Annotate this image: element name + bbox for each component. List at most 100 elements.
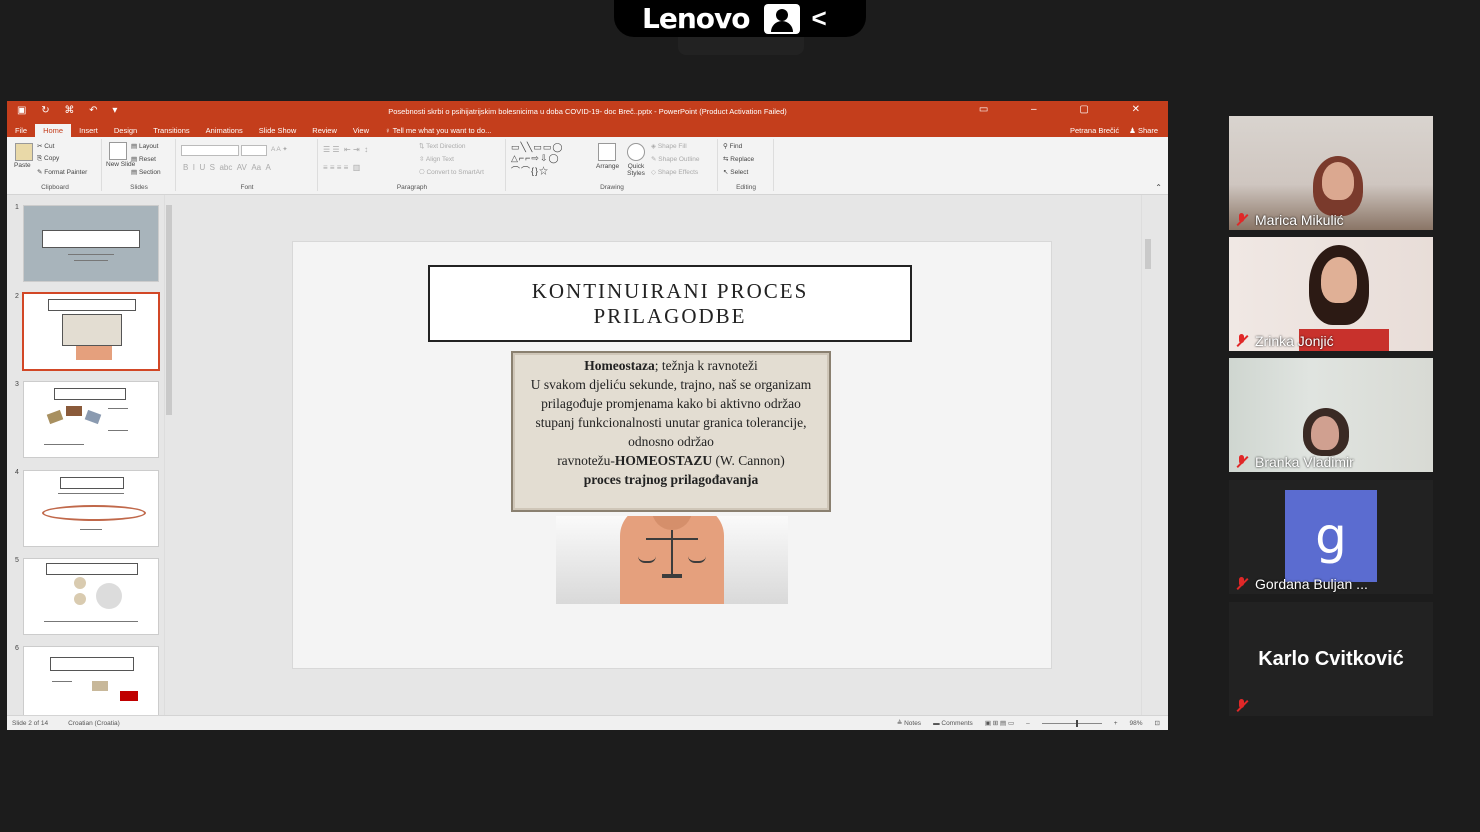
thumb-number: 2	[15, 293, 19, 300]
arrange-button[interactable]: Arrange	[596, 163, 619, 170]
mini-text-line	[44, 444, 84, 445]
scrollbar-thumb[interactable]	[1145, 239, 1151, 269]
participant-name: Marica Mikulić	[1255, 212, 1344, 228]
mini-arrow	[92, 681, 108, 691]
zoom-level[interactable]: 98%	[1130, 720, 1143, 727]
slide-title-box[interactable]: KONTINUIRANI PROCES PRILAGODBE	[428, 265, 912, 342]
paste-button[interactable]: Paste	[14, 162, 31, 169]
effects-icon: ◇	[651, 169, 658, 176]
slide-thumbnail-1[interactable]	[23, 205, 159, 282]
participant-tile[interactable]: Karlo Cvitković	[1229, 602, 1433, 716]
tab-transitions[interactable]: Transitions	[145, 126, 197, 137]
quick-styles-icon[interactable]	[627, 143, 645, 161]
list-buttons[interactable]: ☰ ☰ ⇤ ⇥ ↕	[323, 145, 368, 154]
adaptation-process: proces trajnog prilagođavanja	[583, 472, 759, 487]
new-slide-icon[interactable]	[109, 142, 127, 160]
shape-effects-button[interactable]: ◇ Shape Effects	[651, 168, 698, 176]
paste-icon[interactable]	[15, 143, 33, 161]
tab-insert[interactable]: Insert	[71, 126, 106, 137]
replace-button[interactable]: ⇆ Replace	[723, 155, 754, 163]
font-size-box[interactable]	[241, 145, 267, 156]
font-format-buttons[interactable]: B I U S abc AV Aa A	[183, 163, 271, 172]
layout-label: Layout	[138, 143, 159, 150]
share-label: Share	[1137, 126, 1158, 135]
zoom-out-icon[interactable]: –	[1026, 720, 1030, 727]
font-label: Font	[240, 184, 254, 191]
language-indicator[interactable]: Croatian (Croatia)	[68, 720, 120, 727]
mini-text-box	[62, 314, 122, 346]
align-text-button[interactable]: ⇳ Align Text	[419, 155, 454, 163]
lenovo-logo: Lenovo	[642, 2, 750, 35]
share-button[interactable]: ♟ Share	[1129, 126, 1158, 135]
tab-animations[interactable]: Animations	[198, 126, 251, 137]
slide-thumbnail-6[interactable]	[23, 646, 159, 723]
arrange-icon[interactable]	[598, 143, 616, 161]
tab-design[interactable]: Design	[106, 126, 145, 137]
slide-scrollbar[interactable]	[1141, 195, 1154, 716]
section-button[interactable]: ▤ Section	[131, 168, 161, 176]
scrollbar-thumb[interactable]	[166, 205, 172, 415]
collapse-ribbon-icon[interactable]: ⌃	[1155, 183, 1162, 192]
comments-button[interactable]: ▬ Comments	[933, 720, 973, 727]
align-buttons[interactable]: ≡ ≡ ≡ ≡ ▥	[323, 163, 360, 172]
layout-button[interactable]: ▤ Layout	[131, 142, 158, 150]
quick-styles-button[interactable]: Quick Styles	[625, 163, 647, 177]
tab-file[interactable]: File	[7, 126, 35, 137]
user-icon[interactable]	[763, 3, 800, 34]
thumbnails-scrollbar[interactable]	[164, 195, 173, 716]
notes-icon: ≜	[896, 720, 905, 727]
shape-fill-button[interactable]: ◈ Shape Fill	[651, 142, 687, 150]
current-slide[interactable]: KONTINUIRANI PROCES PRILAGODBE Homeostaz…	[292, 241, 1052, 669]
view-buttons[interactable]: ▣ ⊞ ▤ ▭	[985, 719, 1014, 727]
tab-slide-show[interactable]: Slide Show	[251, 126, 305, 137]
window-controls[interactable]: ▭ – ▢ ✕	[979, 104, 1160, 115]
slide-thumbnail-3[interactable]	[23, 381, 159, 458]
balance-scale-image[interactable]	[556, 516, 788, 604]
homeostasis-text-box[interactable]: Homeostaza; težnja k ravnoteži U svakom …	[511, 351, 831, 512]
tell-me-search[interactable]: ♀ Tell me what you want to do...	[377, 126, 499, 137]
collapse-chevron-icon[interactable]: <	[812, 3, 827, 34]
participant-tile[interactable]: Branka Vladimir	[1229, 358, 1433, 472]
cut-button[interactable]: ✂ Cut	[37, 142, 54, 150]
control-bar-handle[interactable]	[678, 37, 804, 55]
slide-edit-area[interactable]: KONTINUIRANI PROCES PRILAGODBE Homeostaz…	[181, 195, 1154, 716]
notes-button[interactable]: ≜ Notes	[897, 719, 921, 727]
tab-home[interactable]: Home	[35, 124, 72, 137]
participant-tile[interactable]: Zrinka Jonjić	[1229, 237, 1433, 351]
participant-tile[interactable]: Marica Mikulić	[1229, 116, 1433, 230]
font-size-icons[interactable]: A A ✦	[271, 145, 288, 153]
align-text-icon: ⇳	[419, 156, 426, 163]
reset-button[interactable]: ▤ Reset	[131, 155, 156, 163]
select-button[interactable]: ↖ Select	[723, 168, 748, 176]
convert-smartart-label: Convert to SmartArt	[426, 169, 484, 176]
format-painter-button[interactable]: ✎ Format Painter	[37, 168, 87, 176]
shape-outline-button[interactable]: ✎ Shape Outline	[651, 155, 699, 163]
shapes-gallery[interactable]: ▭╲╲▭▭◯ △⌐⌐⇨⇩◯ ⌒⌒{}☆	[511, 142, 563, 177]
font-name-box[interactable]	[181, 145, 239, 156]
slide-thumbnail-2[interactable]	[22, 292, 160, 371]
mini-text-line	[44, 621, 138, 622]
reset-icon: ▤	[131, 156, 139, 163]
notes-label: Notes	[904, 720, 922, 727]
zoom-in-icon[interactable]: +	[1114, 720, 1118, 727]
convert-smartart-button[interactable]: ⎔ Convert to SmartArt	[419, 168, 484, 176]
thumb-number: 6	[15, 645, 19, 652]
paragraph-group: ☰ ☰ ⇤ ⇥ ↕ ≡ ≡ ≡ ≡ ▥ ⇅ Text Direction ⇳ A…	[319, 139, 506, 191]
slide-thumbnails-pane: 1 2 3 4 5 6	[7, 195, 173, 723]
text-direction-button[interactable]: ⇅ Text Direction	[419, 142, 466, 150]
participant-tile[interactable]: g Gordana Buljan ...	[1229, 480, 1433, 594]
account-name[interactable]: Petrana Brečić	[1070, 126, 1119, 135]
tab-view[interactable]: View	[345, 126, 377, 137]
tab-review[interactable]: Review	[304, 126, 345, 137]
align-text-label: Align Text	[425, 156, 454, 163]
mini-title-box	[46, 563, 138, 575]
shape-fill-label: Shape Fill	[657, 143, 687, 150]
copy-button[interactable]: ⎘ Copy	[37, 155, 59, 163]
find-button[interactable]: ⚲ Find	[723, 142, 742, 150]
fit-slide-icon[interactable]: ⊡	[1155, 719, 1160, 727]
slide-thumbnail-5[interactable]	[23, 558, 159, 635]
lenovo-control-bar: Lenovo <	[614, 0, 866, 37]
zoom-slider[interactable]	[1041, 719, 1102, 727]
slide-thumbnail-4[interactable]	[23, 470, 159, 547]
slides-group: New Slide ▤ Layout ▤ Reset ▤ Section Sli…	[103, 139, 176, 191]
